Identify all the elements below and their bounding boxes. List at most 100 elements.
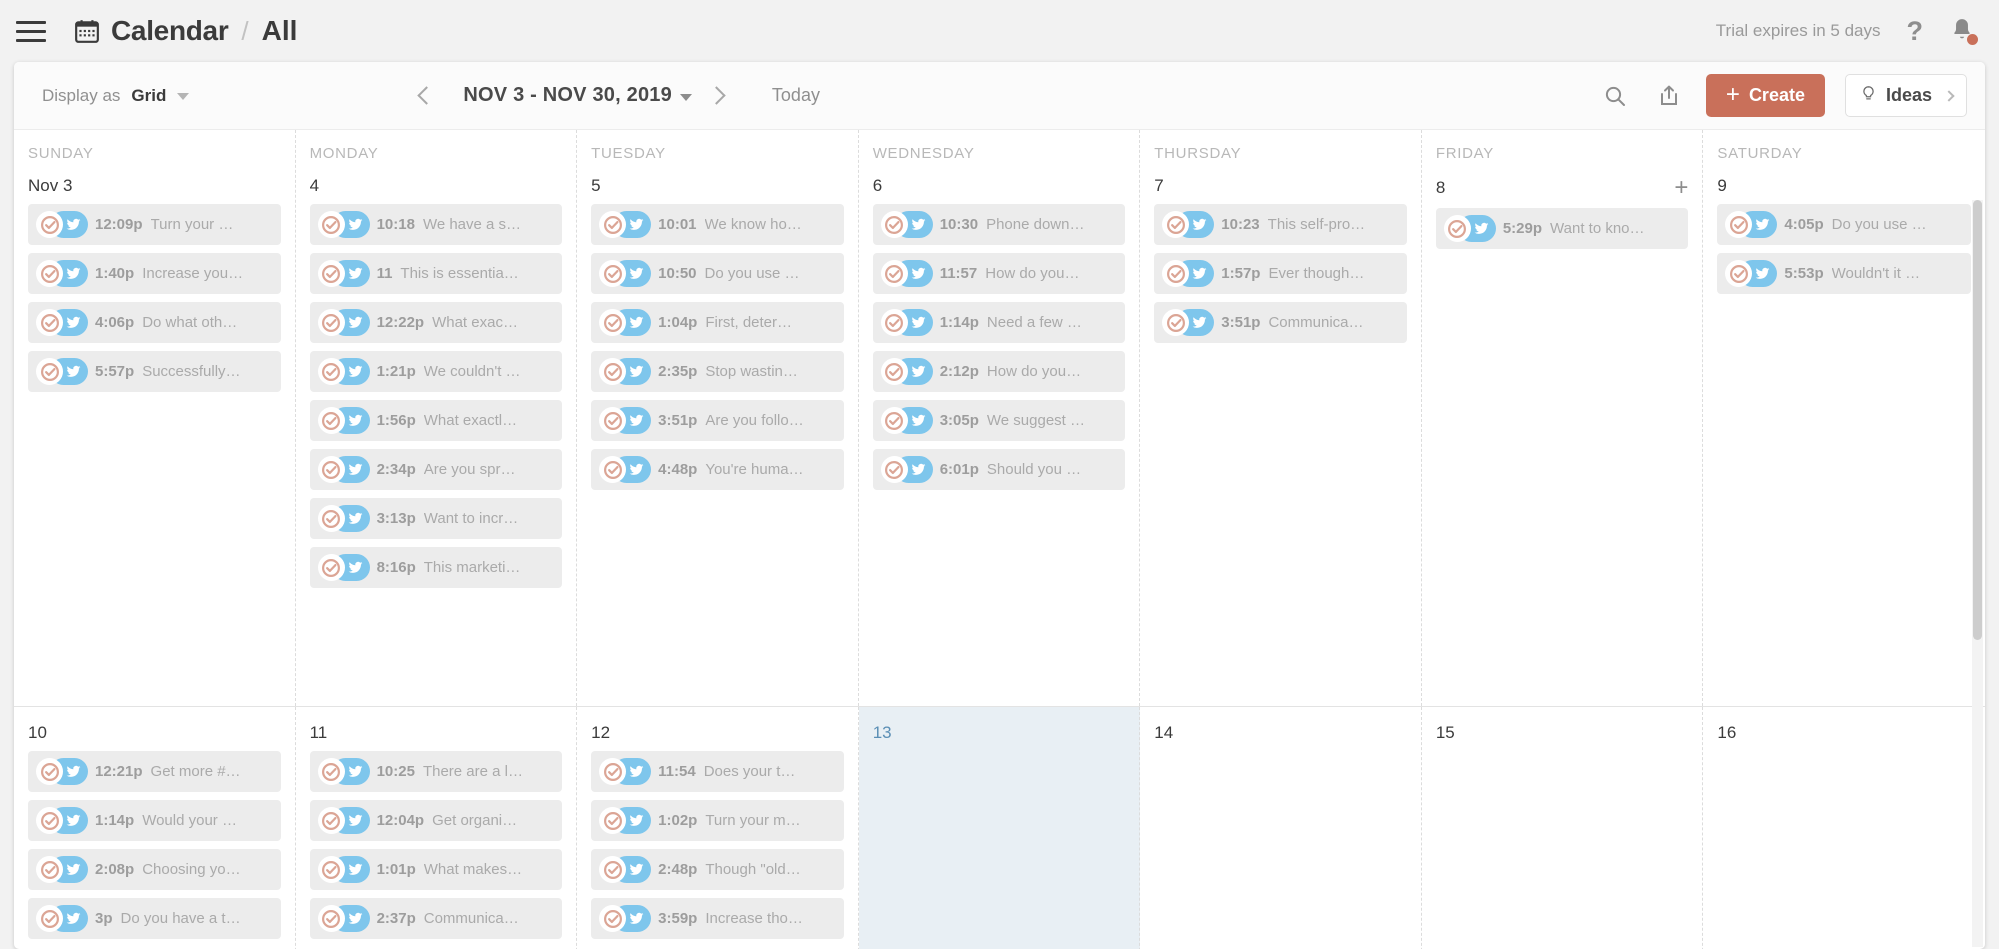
coschedule-check-icon [880,211,908,238]
create-button[interactable]: + Create [1705,74,1825,117]
calendar-event[interactable]: 10:50 Do you use … [591,253,844,294]
event-title: Turn your m… [705,812,801,829]
vertical-scrollbar[interactable] [1972,200,1983,947]
share-icon[interactable] [1652,79,1686,113]
calendar-day-cell[interactable]: THURSDAY 7 10:23 This self-pro… 1:57p Ever th… [1140,130,1422,706]
event-icons [880,407,933,434]
calendar-day-cell[interactable]: WEDNESDAY 6 10:30 Phone down… 11:57 How do yo… [859,130,1141,706]
calendar-day-cell[interactable]: FRIDAY 8 +5:29p Want to kno… [1422,130,1704,706]
event-icons [317,456,370,483]
calendar-day-cell[interactable]: 12 11:54 Does your t… 1:02p Turn your m… 2:48… [577,707,859,949]
event-icons [599,407,652,434]
calendar-event[interactable]: 12:04p Get organi… [309,800,563,841]
calendar-event[interactable]: 1:40p Increase you… [28,253,281,294]
calendar-day-cell[interactable]: 15 [1422,707,1704,949]
calendar-event[interactable]: 12:09p Turn your … [28,204,281,245]
calendar-event[interactable]: 10:01 We know ho… [591,204,844,245]
calendar-event[interactable]: 3:51p Are you follo… [591,400,844,441]
help-icon[interactable]: ? [1907,17,1924,45]
coschedule-check-icon [36,358,63,385]
calendar-day-cell[interactable]: 10 12:21p Get more #… 1:14p Would your … 2:08… [14,707,296,949]
calendar-event[interactable]: 11:57 How do you… [872,253,1126,294]
calendar-day-cell[interactable]: 13 [858,707,1141,949]
day-number-row: 16 [1717,707,1971,751]
calendar-event[interactable]: 2:34p Are you spr… [309,449,563,490]
day-number: 16 [1717,723,1737,742]
today-button[interactable]: Today [772,85,820,106]
calendar-event[interactable]: 11:54 Does your t… [591,751,844,792]
event-time: 10:01 [658,216,697,233]
calendar-event[interactable]: 1:02p Turn your m… [591,800,844,841]
calendar-event[interactable]: 1:21p We couldn't … [309,351,563,392]
prev-period-button[interactable] [407,79,441,113]
calendar-event[interactable]: 8:16p This marketi… [309,547,563,588]
event-icons [36,260,88,287]
calendar-event[interactable]: 2:08p Choosing yo… [28,849,281,890]
calendar-event[interactable]: 12:22p What exac… [309,302,563,343]
calendar-event[interactable]: 2:35p Stop wastin… [591,351,844,392]
scrollbar-thumb[interactable] [1973,200,1982,640]
calendar-event[interactable]: 12:21p Get more #… [28,751,281,792]
add-event-plus-icon[interactable]: + [1674,176,1688,200]
breadcrumb-current: All [261,15,298,46]
date-range-label[interactable]: NOV 3 - NOV 30, 2019 [463,84,672,107]
calendar-event[interactable]: 6:01p Should you … [872,449,1126,490]
display-as-dropdown[interactable]: Display as Grid [42,86,190,106]
calendar-event[interactable]: 1:04p First, deter… [591,302,844,343]
ideas-button[interactable]: Ideas [1844,74,1967,117]
calendar-week-row: SUNDAY Nov 3 12:09p Turn your … 1:40p Increas… [14,130,1985,707]
day-number-row: 10 [28,707,281,751]
calendar-event[interactable]: 4:06p Do what oth… [28,302,281,343]
calendar-event[interactable]: 10:30 Phone down… [872,204,1126,245]
event-time: 1:40p [95,265,135,282]
calendar-event[interactable]: 1:56p What exactl… [309,400,563,441]
event-title: Do you use … [704,265,800,282]
calendar-event[interactable]: 3p Do you have a t… [28,898,281,939]
date-range-chevron-down-icon[interactable] [679,93,692,101]
calendar-event[interactable]: 2:12p How do you… [872,351,1126,392]
coschedule-check-icon [317,456,345,483]
search-icon[interactable] [1598,79,1632,113]
calendar-event[interactable]: 3:05p We suggest … [872,400,1126,441]
calendar-event[interactable]: 2:48p Though "old… [591,849,844,890]
event-icons [317,554,370,581]
calendar-event[interactable]: 2:37p Communica… [309,898,563,939]
calendar-day-cell[interactable]: 14 [1140,707,1422,949]
calendar-event[interactable]: 4:48p You're huma… [591,449,844,490]
event-time: 10:50 [658,265,697,282]
calendar-day-cell[interactable]: SUNDAY Nov 3 12:09p Turn your … 1:40p Increas… [14,130,296,706]
calendar-day-cell[interactable]: 16 [1703,707,1985,949]
notifications-bell-icon[interactable] [1949,16,1978,46]
calendar-event[interactable]: 4:05p Do you use … [1717,204,1971,245]
calendar-event[interactable]: 10:18 We have a s… [309,204,563,245]
next-period-button[interactable] [702,79,736,113]
day-events-list: 12:21p Get more #… 1:14p Would your … 2:08p C… [28,751,281,939]
calendar-event[interactable]: 5:53p Wouldn't it … [1717,253,1971,294]
calendar-day-cell[interactable]: SATURDAY 9 4:05p Do you use … 5:53p Wouldn't … [1703,130,1985,706]
calendar-event[interactable]: 5:57p Successfully… [28,351,281,392]
calendar-day-cell[interactable]: 11 10:25 There are a l… 12:04p Get organi… 1:… [296,707,578,949]
calendar-event[interactable]: 1:14p Would your … [28,800,281,841]
calendar-event[interactable]: 1:57p Ever though… [1154,253,1407,294]
calendar-day-cell[interactable]: TUESDAY 5 10:01 We know ho… 10:50 Do you use … [577,130,859,706]
calendar-event[interactable]: 5:29p Want to kno… [1435,208,1689,249]
calendar-day-cell[interactable]: MONDAY 4 10:18 We have a s… 11 This is essent… [296,130,578,706]
day-number: 15 [1435,723,1455,742]
day-number: 9 [1717,176,1727,195]
calendar-event[interactable]: 11 This is essentia… [309,253,563,294]
calendar-event[interactable]: 10:25 There are a l… [309,751,563,792]
hamburger-menu-icon[interactable] [14,14,48,48]
day-number: 8 [1435,178,1446,197]
calendar-event[interactable]: 10:23 This self-pro… [1154,204,1407,245]
coschedule-check-icon [1162,211,1190,238]
calendar-event[interactable]: 3:51p Communica… [1154,302,1407,343]
calendar-event[interactable]: 1:01p What makes… [309,849,563,890]
calendar-event[interactable]: 3:13p Want to incr… [309,498,563,539]
coschedule-check-icon [880,456,908,483]
calendar-event[interactable]: 1:14p Need a few … [872,302,1126,343]
calendar-event[interactable]: 3:59p Increase tho… [591,898,844,939]
coschedule-check-icon [1162,309,1190,336]
event-icons [1443,215,1496,242]
event-icons [36,358,88,385]
day-number: Nov 3 [28,176,73,195]
